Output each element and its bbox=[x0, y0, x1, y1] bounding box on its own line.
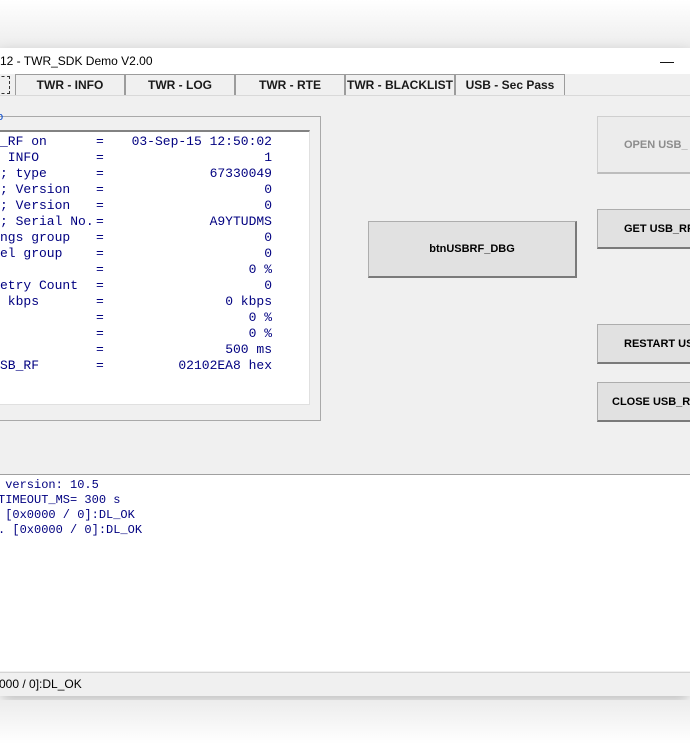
info-value: 02102EA8 hex bbox=[178, 358, 272, 373]
info-row: ; Version = 0 bbox=[0, 182, 309, 198]
info-value: A9YTUDMS bbox=[209, 214, 272, 229]
info-eq: = bbox=[96, 134, 104, 149]
info-label: ; Serial No. bbox=[0, 214, 94, 229]
info-value: 0 bbox=[264, 230, 272, 245]
restart-usb-rf-button[interactable]: RESTART US bbox=[597, 324, 690, 364]
info-value: 03-Sep-15 12:50:02 bbox=[131, 134, 272, 149]
tab-twr-log[interactable]: TWR - LOG bbox=[125, 74, 235, 95]
app-window: 12 - TWR_SDK Demo V2.00 — TWR - INFO TWR… bbox=[0, 48, 690, 696]
info-row: SB_RF = 02102EA8 hex bbox=[0, 358, 309, 374]
info-eq: = bbox=[96, 294, 104, 309]
info-label: ; type bbox=[0, 166, 47, 181]
tab-twr-blacklist[interactable]: TWR - BLACKLIST bbox=[345, 74, 455, 95]
info-value: 0 % bbox=[248, 326, 272, 341]
info-row: etry Count = 0 bbox=[0, 278, 309, 294]
log-line: TIMEOUT_MS= 300 s bbox=[0, 493, 121, 507]
usb-info-listbox[interactable]: _RF on = 03-Sep-15 12:50:02 INFO = 1 ; type =… bbox=[0, 130, 310, 405]
info-eq: = bbox=[96, 342, 104, 357]
info-eq: = bbox=[96, 150, 104, 165]
close-usb-rf-button[interactable]: CLOSE USB_RF bbox=[597, 382, 690, 422]
info-eq: = bbox=[96, 310, 104, 325]
info-eq: = bbox=[96, 166, 104, 181]
info-eq: = bbox=[96, 246, 104, 261]
tab-divider bbox=[0, 95, 690, 96]
info-row: ; type = 67330049 bbox=[0, 166, 309, 182]
info-row: = 0 % bbox=[0, 262, 309, 278]
info-label: SB_RF bbox=[0, 358, 40, 373]
info-value: 67330049 bbox=[209, 166, 272, 181]
info-label: kbps bbox=[0, 294, 40, 309]
log-textbox[interactable]: version: 10.5 TIMEOUT_MS= 300 s [0x0000 … bbox=[0, 474, 690, 671]
info-row: kbps = 0 kbps bbox=[0, 294, 309, 310]
log-line: . [0x0000 / 0]:DL_OK bbox=[0, 523, 143, 537]
tab-usb-sec-pass[interactable]: USB - Sec Pass bbox=[455, 74, 565, 95]
info-eq: = bbox=[96, 182, 104, 197]
info-row: ngs group = 0 bbox=[0, 230, 309, 246]
info-eq: = bbox=[96, 326, 104, 341]
tab-bar: TWR - INFO TWR - LOG TWR - RTE TWR - BLA… bbox=[0, 74, 690, 96]
info-eq: = bbox=[96, 198, 104, 213]
info-value: 0 % bbox=[248, 310, 272, 325]
info-value: 0 % bbox=[248, 262, 272, 277]
info-row: INFO = 1 bbox=[0, 150, 309, 166]
background-top bbox=[0, 0, 690, 48]
info-label: ngs group bbox=[0, 230, 71, 245]
get-usb-rf-button[interactable]: GET USB_RF bbox=[597, 209, 690, 249]
tab-hidden-focused[interactable] bbox=[0, 76, 10, 94]
info-label: ; Version bbox=[0, 182, 71, 197]
minimize-icon[interactable]: — bbox=[652, 48, 682, 74]
info-value: 1 bbox=[264, 150, 272, 165]
info-eq: = bbox=[96, 262, 104, 277]
tab-twr-info[interactable]: TWR - INFO bbox=[15, 74, 125, 95]
open-usb-rf-button[interactable]: OPEN USB_ bbox=[597, 116, 690, 174]
info-row: ; Serial No. = A9YTUDMS bbox=[0, 214, 309, 230]
tab-twr-rte[interactable]: TWR - RTE bbox=[235, 74, 345, 95]
log-line: [0x0000 / 0]:DL_OK bbox=[0, 508, 135, 522]
info-eq: = bbox=[96, 278, 104, 293]
info-value: 0 bbox=[264, 278, 272, 293]
info-label: el group bbox=[0, 246, 63, 261]
info-label: _RF on bbox=[0, 134, 47, 149]
status-text: 000 / 0]:DL_OK bbox=[0, 677, 82, 691]
window-title: 12 - TWR_SDK Demo V2.00 bbox=[0, 54, 153, 68]
info-row: = 0 % bbox=[0, 326, 309, 342]
info-row: = 500 ms bbox=[0, 342, 309, 358]
background-bottom bbox=[0, 700, 690, 744]
info-label: etry Count bbox=[0, 278, 79, 293]
info-eq: = bbox=[96, 230, 104, 245]
info-row: el group = 0 bbox=[0, 246, 309, 262]
log-line: version: 10.5 bbox=[0, 478, 99, 492]
info-eq: = bbox=[96, 214, 104, 229]
info-eq: = bbox=[96, 358, 104, 373]
info-value: 500 ms bbox=[225, 342, 272, 357]
info-value: 0 kbps bbox=[225, 294, 272, 309]
info-value: 0 bbox=[264, 182, 272, 197]
status-bar: 000 / 0]:DL_OK bbox=[0, 672, 690, 696]
info-label: INFO bbox=[0, 150, 40, 165]
info-row: _RF on = 03-Sep-15 12:50:02 bbox=[0, 134, 309, 150]
group-marker: o bbox=[0, 111, 4, 123]
info-value: 0 bbox=[264, 246, 272, 261]
btn-usbrf-dbg-button[interactable]: btnUSBRF_DBG bbox=[368, 221, 577, 278]
title-bar[interactable]: 12 - TWR_SDK Demo V2.00 — bbox=[0, 48, 690, 74]
info-row: ; Version = 0 bbox=[0, 198, 309, 214]
info-label: ; Version bbox=[0, 198, 71, 213]
info-value: 0 bbox=[264, 198, 272, 213]
info-row: = 0 % bbox=[0, 310, 309, 326]
